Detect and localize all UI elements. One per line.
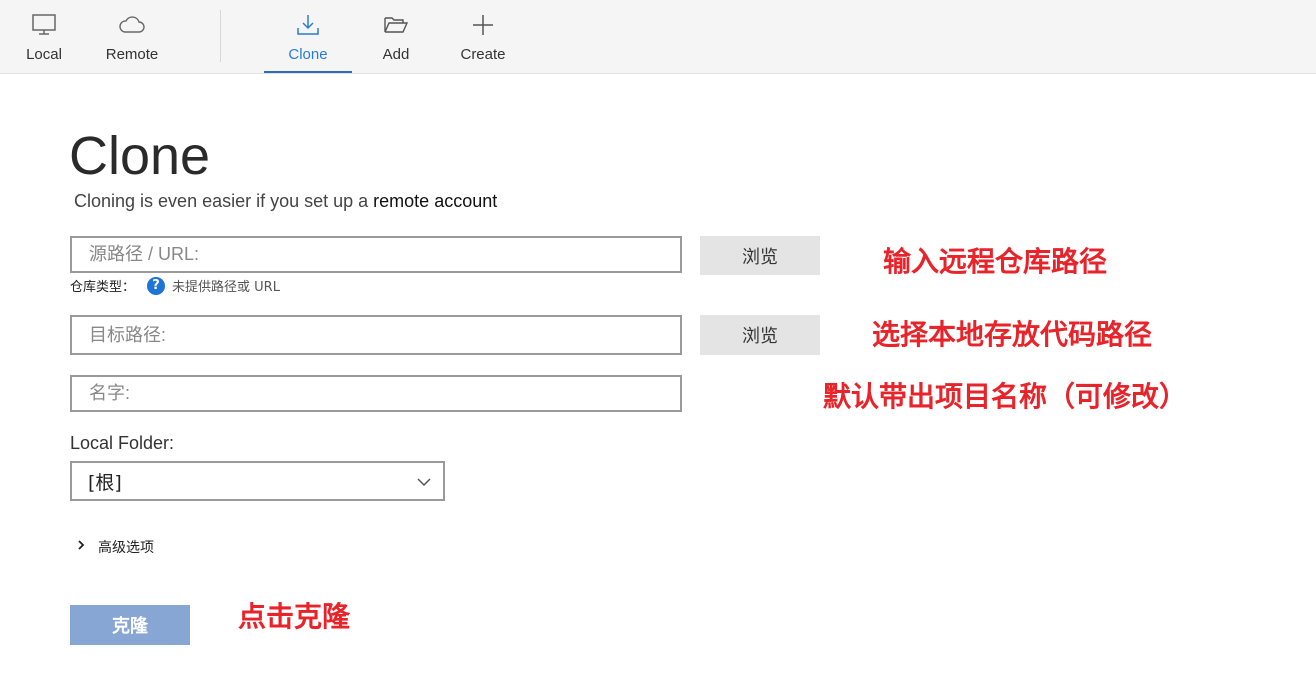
local-folder-label: Local Folder: [70, 433, 175, 453]
source-url-input[interactable] [87, 243, 665, 266]
chevron-down-icon [415, 473, 433, 496]
annotation-destination: 选择本地存放代码路径 [872, 318, 1153, 351]
name-field[interactable] [70, 375, 682, 412]
toolbar-create-label: Create [460, 46, 506, 63]
toolbar-local-button[interactable]: Local [0, 0, 88, 73]
toolbar-remote-label: Remote [105, 46, 159, 63]
help-icon[interactable]: ? [147, 276, 166, 295]
plus-icon [439, 12, 527, 38]
local-folder-select[interactable]: [根] [70, 461, 445, 501]
page-title: Clone [69, 126, 211, 186]
source-url-field[interactable] [70, 236, 682, 273]
advanced-options-label: 高级选项 [98, 540, 154, 556]
toolbar-divider [220, 10, 221, 62]
toolbar-remote-button[interactable]: Remote [88, 0, 176, 73]
destination-path-input[interactable] [87, 323, 665, 347]
browse-source-button[interactable]: 浏览 [700, 236, 820, 275]
annotation-name: 默认带出项目名称（可修改） [823, 380, 1188, 413]
browse-destination-button[interactable]: 浏览 [700, 315, 820, 355]
monitor-icon [0, 12, 88, 38]
repo-type-hint: 未提供路径或 URL [172, 280, 280, 295]
destination-path-field[interactable] [70, 315, 682, 355]
chevron-right-icon [76, 539, 86, 555]
cloud-icon [88, 12, 176, 38]
repo-type-row: 仓库类型： ? 未提供路径或 URL [70, 276, 280, 295]
remote-account-link[interactable]: remote account [373, 191, 497, 211]
advanced-options-toggle[interactable]: 高级选项 [76, 537, 154, 557]
name-input[interactable] [87, 382, 665, 405]
annotation-source: 输入远程仓库路径 [883, 245, 1108, 278]
subtitle-text: Cloning is even easier if you set up a [74, 191, 374, 211]
clone-button[interactable]: 克隆 [70, 605, 190, 645]
annotation-clone: 点击克隆 [238, 600, 351, 633]
toolbar-add-label: Add [382, 46, 410, 63]
local-folder-value: [根] [88, 471, 122, 494]
page-subtitle: Cloning is even easier if you set up a r… [74, 191, 497, 212]
toolbar-local-label: Local [26, 46, 62, 63]
toolbar-add-button[interactable]: Add [352, 0, 440, 73]
toolbar-clone-label: Clone [288, 46, 328, 63]
top-toolbar: Local Remote Clone Add Create [0, 0, 1316, 74]
toolbar-create-button[interactable]: Create [439, 0, 527, 73]
repo-type-label: 仓库类型： [70, 280, 136, 295]
folder-open-icon [352, 12, 440, 38]
download-icon [264, 12, 352, 38]
toolbar-clone-button[interactable]: Clone [264, 0, 352, 73]
